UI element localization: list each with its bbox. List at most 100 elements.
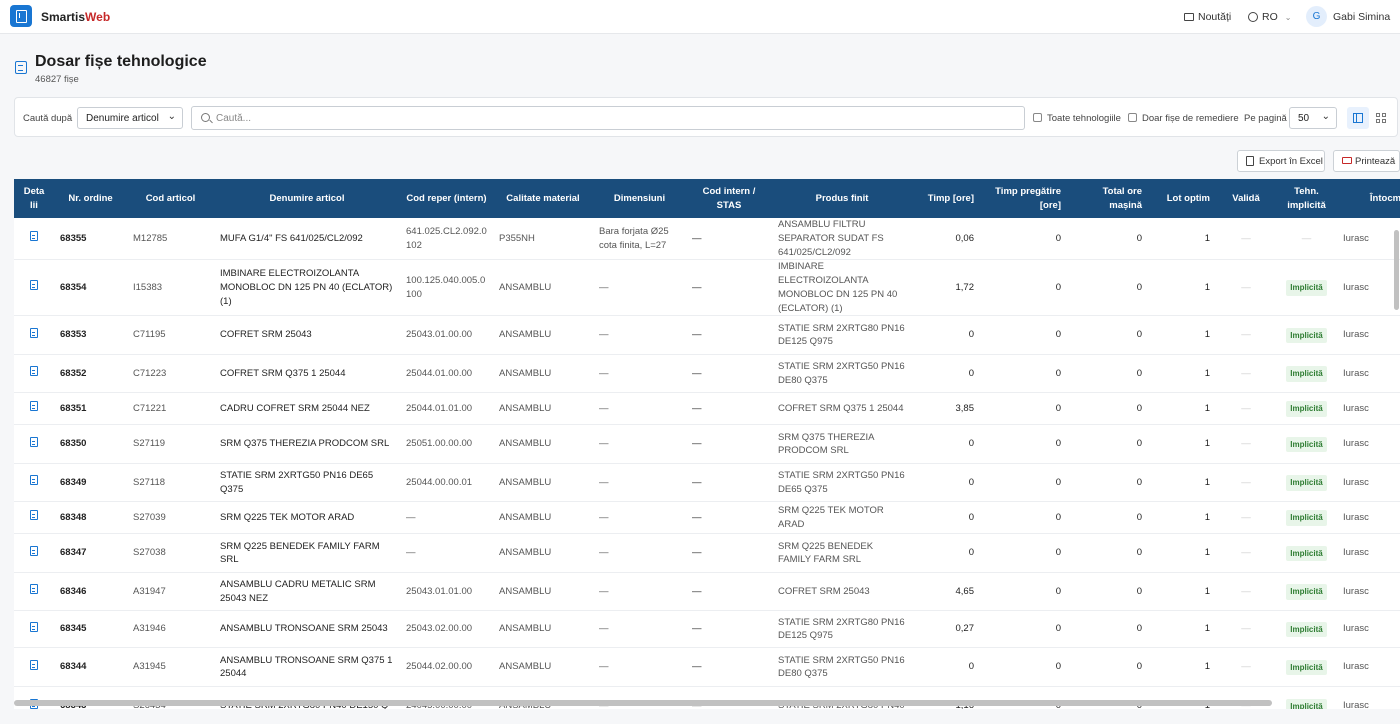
col-time[interactable]: Timp [ore] <box>912 179 980 218</box>
cell-details[interactable] <box>14 218 54 261</box>
col-lot[interactable]: Lot optim <box>1148 179 1216 218</box>
cell-ref: 25044.02.00.00 <box>400 647 493 688</box>
news-button[interactable]: Noutăți <box>1184 11 1231 23</box>
col-code[interactable]: Cod articol <box>127 179 214 218</box>
cell-details[interactable] <box>14 610 54 649</box>
cell-stas: — <box>686 424 772 465</box>
document-icon[interactable] <box>30 366 38 377</box>
cell-prep: 0 <box>980 647 1067 688</box>
table-row[interactable]: 68347 S27038 SRM Q225 BENEDEK FAMILY FARM … <box>14 533 1400 574</box>
table-row[interactable]: 68345 A31946 ANSAMBLU TRONSOANE SRM 25043 2… <box>14 610 1400 649</box>
per-page-select[interactable]: 50 ⌄ <box>1289 107 1337 129</box>
table-row[interactable]: 68355 M12785 MUFA G1/4" FS 641/025/CL2/092… <box>14 218 1400 261</box>
implicit-badge: Implicită <box>1286 366 1327 382</box>
document-icon[interactable] <box>30 621 38 632</box>
cell-product: SRM Q225 TEK MOTOR ARAD <box>772 501 912 535</box>
brand-name[interactable]: SmartisWeb <box>41 10 110 24</box>
grid-view-button[interactable] <box>1370 107 1392 129</box>
cell-ref: 25051.00.00.00 <box>400 424 493 465</box>
table-header-row: Deta lii Nr. ordine Cod articol Denumire … <box>14 179 1400 218</box>
cell-details[interactable] <box>14 463 54 503</box>
repair-only-label[interactable]: Doar fișe de remediere <box>1142 113 1239 124</box>
cell-dims: Bara forjata Ø25 cota finita, L=27 <box>593 218 686 261</box>
cell-details[interactable] <box>14 501 54 535</box>
col-nr[interactable]: Nr. ordine <box>54 179 127 218</box>
cell-details[interactable] <box>14 392 54 426</box>
page-title: Dosar fișe tehnologice <box>35 53 207 70</box>
cell-details[interactable] <box>14 533 54 574</box>
search-input[interactable]: Caută... <box>191 106 1025 130</box>
cell-details[interactable] <box>14 259 54 317</box>
col-details[interactable]: Deta lii <box>14 179 54 218</box>
search-by-select[interactable]: Denumire articol ⌄ <box>77 107 183 129</box>
cell-impl: Implicită <box>1276 572 1337 612</box>
document-icon[interactable] <box>30 659 38 670</box>
all-tech-label[interactable]: Toate tehnologiile <box>1047 113 1121 124</box>
cell-code: A31946 <box>127 610 214 649</box>
cell-lot: 1 <box>1148 392 1216 426</box>
table-row[interactable]: 68350 S27119 SRM Q375 THEREZIA PRODCOM SRL… <box>14 424 1400 465</box>
table-row[interactable]: 68348 S27039 SRM Q225 TEK MOTOR ARAD — ANSAM… <box>14 501 1400 535</box>
table-view-button[interactable] <box>1347 107 1369 129</box>
table-row[interactable]: 68349 S27118 STATIE SRM 2XRTG50 PN16 DE65 … <box>14 463 1400 503</box>
document-icon[interactable] <box>30 401 38 412</box>
col-quality[interactable]: Calitate material <box>493 179 593 218</box>
cell-details[interactable] <box>14 572 54 612</box>
app-logo-icon[interactable] <box>10 5 32 27</box>
horizontal-scrollbar[interactable] <box>14 700 1272 706</box>
all-tech-checkbox[interactable] <box>1033 113 1042 122</box>
vertical-scrollbar[interactable] <box>1394 230 1399 310</box>
cell-nr: 68347 <box>54 533 127 574</box>
cell-name: SRM Q375 THEREZIA PRODCOM SRL <box>214 424 400 465</box>
cell-machine: 0 <box>1067 533 1148 574</box>
table-row[interactable]: 68346 A31947 ANSAMBLU CADRU METALIC SRM 25… <box>14 572 1400 612</box>
implicit-badge: Implicită <box>1286 280 1327 296</box>
col-author[interactable]: Întocm <box>1337 179 1400 218</box>
cell-dims: — <box>593 610 686 649</box>
user-avatar[interactable]: G <box>1306 6 1327 27</box>
language-selector[interactable]: RO ⌄ <box>1248 11 1291 23</box>
col-product[interactable]: Produs finit <box>772 179 912 218</box>
table-row[interactable]: 68352 C71223 COFRET SRM Q375 1 25044 25044.… <box>14 354 1400 394</box>
document-icon[interactable] <box>30 280 38 291</box>
col-prep[interactable]: Timp pregătire [ore] <box>980 179 1067 218</box>
cell-prep: 0 <box>980 610 1067 649</box>
implicit-badge: Implicită <box>1286 698 1327 709</box>
implicit-badge: Implicită <box>1286 584 1327 600</box>
cell-author: Iurasc <box>1337 392 1400 426</box>
cell-details[interactable] <box>14 315 54 356</box>
col-dims[interactable]: Dimensiuni <box>593 179 686 218</box>
cell-lot: 1 <box>1148 259 1216 317</box>
document-icon[interactable] <box>30 510 38 521</box>
table-row[interactable]: 68351 C71221 CADRU COFRET SRM 25044 NEZ 250… <box>14 392 1400 426</box>
print-button[interactable]: Printează <box>1333 150 1400 172</box>
col-ref[interactable]: Cod reper (intern) <box>400 179 493 218</box>
cell-details[interactable] <box>14 424 54 465</box>
cell-machine: 0 <box>1067 218 1148 261</box>
cell-prep: 0 <box>980 218 1067 261</box>
repair-only-checkbox[interactable] <box>1128 113 1137 122</box>
cell-valid: — <box>1216 354 1276 394</box>
document-icon[interactable] <box>30 584 38 595</box>
col-valid[interactable]: Validă <box>1216 179 1276 218</box>
export-excel-button[interactable]: Export în Excel <box>1237 150 1325 172</box>
document-icon[interactable] <box>30 436 38 447</box>
col-machine[interactable]: Total ore mașină <box>1067 179 1148 218</box>
cell-ref: 641.025.CL2.092.0 102 <box>400 218 493 261</box>
document-icon[interactable] <box>30 231 38 242</box>
cell-details[interactable] <box>14 647 54 688</box>
cell-nr: 68355 <box>54 218 127 261</box>
table-row[interactable]: 68344 A31945 ANSAMBLU TRONSOANE SRM Q375 1… <box>14 647 1400 688</box>
table-row[interactable]: 68353 C71195 COFRET SRM 25043 25043.01.00.0… <box>14 315 1400 356</box>
document-icon[interactable] <box>30 545 38 556</box>
col-stas[interactable]: Cod intern / STAS <box>686 179 772 218</box>
document-icon[interactable] <box>30 327 38 338</box>
col-name[interactable]: Denumire articol <box>214 179 400 218</box>
cell-code: S27038 <box>127 533 214 574</box>
user-name[interactable]: Gabi Simina <box>1333 11 1390 23</box>
col-implicit[interactable]: Tehn. implicită <box>1276 179 1337 218</box>
cell-details[interactable] <box>14 354 54 394</box>
table-row[interactable]: 68354 I15383 IMBINARE ELECTROIZOLANTA MONO… <box>14 259 1400 317</box>
document-icon[interactable] <box>30 475 38 486</box>
cell-impl: Implicită <box>1276 354 1337 394</box>
